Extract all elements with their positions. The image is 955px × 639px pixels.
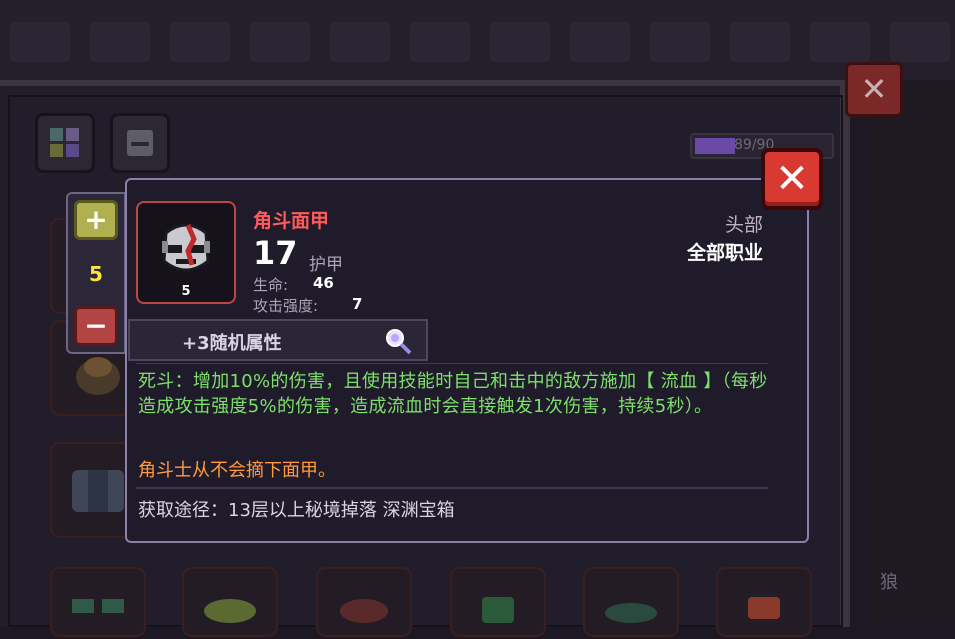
item-name: 角斗面甲 xyxy=(253,210,330,232)
tab-all-items[interactable] xyxy=(35,113,95,173)
minus-icon: − xyxy=(84,309,108,342)
plus-button[interactable]: + xyxy=(74,200,118,240)
divider xyxy=(136,487,768,489)
glasses-icon xyxy=(72,599,124,613)
helmet-icon xyxy=(204,599,256,623)
close-icon: ✕ xyxy=(775,156,809,202)
background-right xyxy=(870,80,955,627)
flavor-text: 角斗士从不会摘下面甲。 xyxy=(138,460,336,481)
plus-icon: + xyxy=(84,203,108,236)
crown-icon xyxy=(340,599,388,623)
stat-hp-label: 生命: xyxy=(253,276,289,294)
quantity-value: 5 xyxy=(89,262,103,286)
close-button[interactable]: ✕ xyxy=(761,148,823,210)
tab-armor[interactable] xyxy=(110,113,170,173)
equip-slot: 头部 xyxy=(724,214,763,236)
stat-attack-label: 攻击强度: xyxy=(253,297,319,315)
minus-button[interactable]: − xyxy=(74,306,118,346)
stat-hp-value: 46 xyxy=(313,274,334,292)
effect-description: 死斗：增加10%的伤害，且使用技能时自己和击中的敌方施加【 流血 】（每秒造成攻… xyxy=(138,371,768,417)
armor-tab-icon xyxy=(127,130,153,156)
cap-icon xyxy=(605,603,657,623)
magnify-icon[interactable] xyxy=(383,326,413,356)
hood-icon xyxy=(482,597,514,623)
class-restriction: 全部职业 xyxy=(686,242,763,264)
armor-value: 17 xyxy=(253,234,298,272)
background-top xyxy=(0,0,955,80)
background-label: 狼 xyxy=(880,572,898,593)
random-attributes-label: +3随机属性 xyxy=(182,333,282,354)
item-source: 获取途径：13层以上秘境掉落 深渊宝箱 xyxy=(138,500,455,521)
inventory-close-button[interactable]: ✕ xyxy=(845,62,903,117)
stat-attack-value: 7 xyxy=(352,295,363,313)
armor-label: 护甲 xyxy=(309,255,343,275)
item-level: 5 xyxy=(181,284,191,299)
divider xyxy=(136,363,768,364)
mask-helmet-icon xyxy=(748,597,780,619)
grid-icon xyxy=(50,128,79,157)
